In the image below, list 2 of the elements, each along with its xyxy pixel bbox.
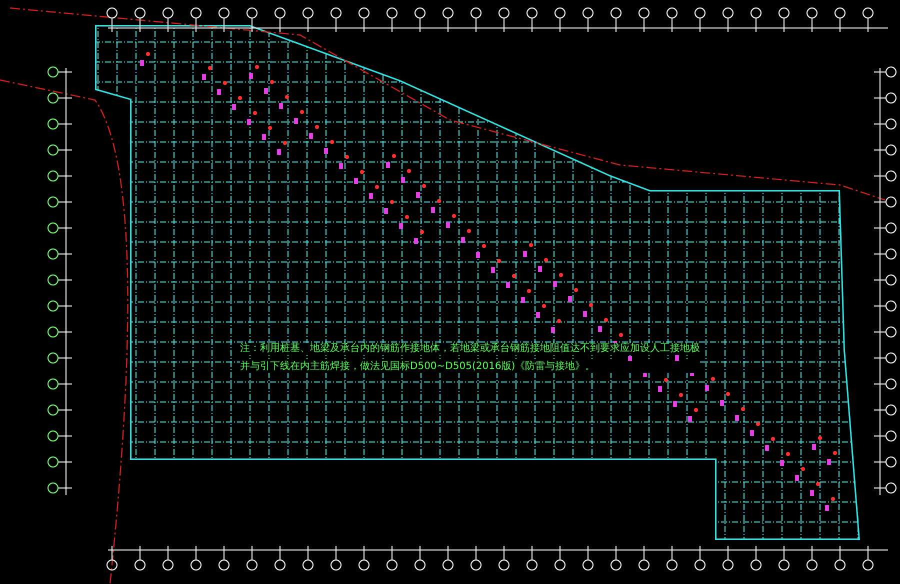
note-text: 注：利用桩基、地梁及承台内的钢筋作接地体，若地梁或承台钢筋接地阻值达不到要求应加设人工接地极 — [240, 343, 700, 355]
note-text: 并与引下线在内主筋焊接，做法见国标D500~D505(2016版)《防雷与接地》。 — [240, 361, 700, 373]
